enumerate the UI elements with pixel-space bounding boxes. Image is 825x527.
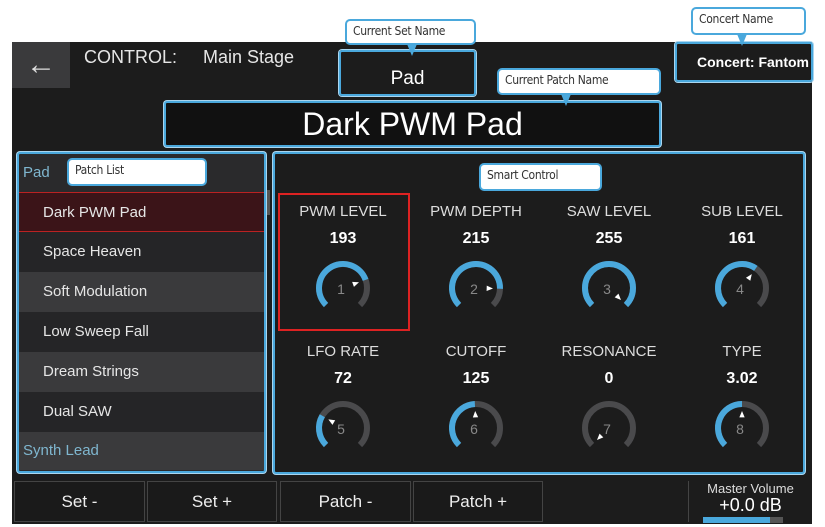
callout-text: Smart Control: [487, 168, 559, 182]
arrow-left-icon: ←: [26, 48, 56, 81]
patch-list-item[interactable]: Soft Modulation: [19, 272, 264, 312]
knob-indicator: [745, 274, 752, 281]
knob-indicator: [614, 293, 622, 301]
knob-number: 3: [603, 281, 611, 297]
knob-indicator: [328, 419, 336, 425]
knob-dial[interactable]: 5: [311, 396, 375, 460]
smart-control-knob[interactable]: CUTOFF 125 6: [411, 343, 541, 460]
knob-value: 215: [462, 230, 490, 247]
knob-value: 161: [728, 230, 756, 247]
callout-text: Current Set Name: [353, 24, 446, 38]
smart-control-knob[interactable]: TYPE 3.02 8: [677, 343, 807, 460]
knob-number: 2: [470, 281, 478, 297]
knob-value: 125: [462, 370, 490, 387]
smart-control-knob[interactable]: PWM DEPTH 215 2: [411, 203, 541, 320]
header-title: CONTROL: Main Stage: [84, 47, 320, 68]
smart-control-knob[interactable]: SUB LEVEL 161 4: [677, 203, 807, 320]
set-plus-button[interactable]: Set +: [147, 481, 277, 522]
smart-control-knob[interactable]: SAW LEVEL 255 3: [544, 203, 674, 320]
knob-number: 6: [470, 421, 478, 437]
master-volume[interactable]: Master Volume +0.0 dB: [688, 481, 812, 522]
patch-list-item[interactable]: Low Sweep Fall: [19, 312, 264, 352]
knob-number: 5: [337, 421, 345, 437]
callout-text: Patch List: [75, 163, 124, 177]
knob-fill: [316, 414, 329, 448]
callout-patch-list: Patch List: [67, 158, 207, 186]
knob-indicator: [486, 285, 493, 291]
knob-label: SUB LEVEL: [701, 203, 783, 220]
callout-smart-control: Smart Control: [479, 163, 602, 191]
current-patch-name: Dark PWM Pad: [164, 101, 661, 147]
knob-dial[interactable]: 4: [710, 256, 774, 320]
knob-label: LFO RATE: [306, 343, 380, 360]
knob-number: 4: [736, 281, 744, 297]
knob-indicator: [739, 411, 745, 418]
knob-number: 7: [603, 421, 611, 437]
patch-list-item[interactable]: Space Heaven: [19, 232, 264, 272]
patch-list-item[interactable]: Dual SAW: [19, 392, 264, 432]
master-volume-bar[interactable]: [703, 517, 783, 523]
smart-control-knob[interactable]: RESONANCE 0 7: [544, 343, 674, 460]
current-set-name: Pad: [339, 50, 476, 96]
knob-dial[interactable]: 3: [577, 256, 641, 320]
callout-concert-name: Concert Name: [691, 7, 806, 46]
knob-value: 0: [604, 370, 614, 387]
patch-list-item[interactable]: Dark PWM Pad: [19, 192, 264, 232]
master-volume-fill: [703, 517, 771, 523]
patch-minus-button[interactable]: Patch -: [280, 481, 411, 522]
callout-text: Concert Name: [699, 12, 773, 26]
patch-list-item[interactable]: Dream Strings: [19, 352, 264, 392]
master-volume-value: +0.0 dB: [719, 495, 782, 515]
knob-label: RESONANCE: [561, 343, 657, 360]
concert-name: Concert: Fantom: [675, 42, 813, 82]
knob-indicator: [472, 411, 479, 418]
knob-label: PWM DEPTH: [430, 203, 522, 220]
knob-number: 8: [736, 421, 744, 437]
knob-dial[interactable]: 2: [444, 256, 508, 320]
scrollbar[interactable]: [267, 190, 270, 215]
callout-text: Current Patch Name: [505, 73, 609, 87]
master-volume-label: Master Volume: [707, 481, 794, 496]
scene-name: Main Stage: [203, 47, 295, 67]
smart-control-knob[interactable]: LFO RATE 72 5: [278, 343, 408, 460]
patch-plus-button[interactable]: Patch +: [413, 481, 543, 522]
knob-value: 255: [595, 230, 623, 247]
knob-dial[interactable]: 8: [710, 396, 774, 460]
control-label: CONTROL:: [84, 47, 178, 67]
knob-dial[interactable]: 7: [577, 396, 641, 460]
knob-label: TYPE: [722, 343, 762, 360]
knob-dial[interactable]: 6: [444, 396, 508, 460]
selected-control-highlight: [278, 193, 410, 331]
knob-value: 72: [334, 370, 352, 387]
patch-list: Pad Dark PWM Pad Space Heaven Soft Modulat…: [17, 152, 266, 473]
knob-value: 3.02: [726, 370, 758, 387]
knob-label: CUTOFF: [445, 343, 507, 360]
group-header[interactable]: Synth Lead: [19, 432, 264, 470]
set-minus-button[interactable]: Set -: [14, 481, 145, 522]
callout-set-name: Current Set Name: [345, 19, 476, 56]
callout-patch-name: Current Patch Name: [497, 68, 661, 106]
back-button[interactable]: ←: [12, 42, 70, 88]
knob-label: SAW LEVEL: [566, 203, 652, 220]
